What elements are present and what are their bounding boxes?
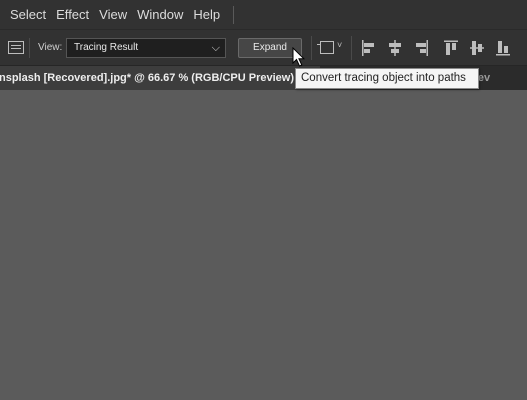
align-horizontal-center-icon[interactable] [387, 39, 403, 57]
mouse-pointer-icon [292, 46, 306, 68]
control-separator [351, 36, 352, 60]
align-bottom-icon[interactable] [495, 39, 511, 57]
control-separator [311, 36, 312, 60]
align-vertical-center-icon[interactable] [469, 39, 485, 57]
chevron-down-icon[interactable]: ˅ [337, 40, 342, 50]
document-tab-active[interactable]: nsplash [Recovered].jpg* @ 66.67 % (RGB/… [0, 66, 320, 90]
menu-help[interactable]: Help [188, 0, 225, 29]
align-right-icon[interactable] [413, 39, 429, 57]
artboard-icon[interactable] [317, 41, 334, 54]
tooltip: Convert tracing object into paths [295, 68, 479, 89]
menu-view[interactable]: View [94, 0, 132, 29]
panel-toggle-icon[interactable] [8, 41, 24, 54]
align-left-icon[interactable] [361, 39, 377, 57]
control-separator [29, 38, 30, 58]
chevron-down-icon: ⌵ [211, 42, 220, 54]
view-select[interactable]: Tracing Result ⌵ [66, 38, 226, 58]
view-label: View: [38, 42, 63, 53]
canvas-area[interactable] [0, 90, 527, 400]
control-bar: View: Tracing Result ⌵ Expand ˅ [0, 29, 527, 66]
menu-bar: Select Effect View Window Help [0, 0, 527, 29]
document-tab-title: nsplash [Recovered].jpg* @ 66.67 % (RGB/… [0, 72, 294, 84]
menu-separator [233, 5, 235, 24]
view-select-value: Tracing Result [74, 42, 139, 53]
menu-select[interactable]: Select [0, 0, 51, 29]
align-top-icon[interactable] [443, 39, 459, 57]
menu-effect[interactable]: Effect [51, 0, 94, 29]
menu-window[interactable]: Window [132, 0, 188, 29]
